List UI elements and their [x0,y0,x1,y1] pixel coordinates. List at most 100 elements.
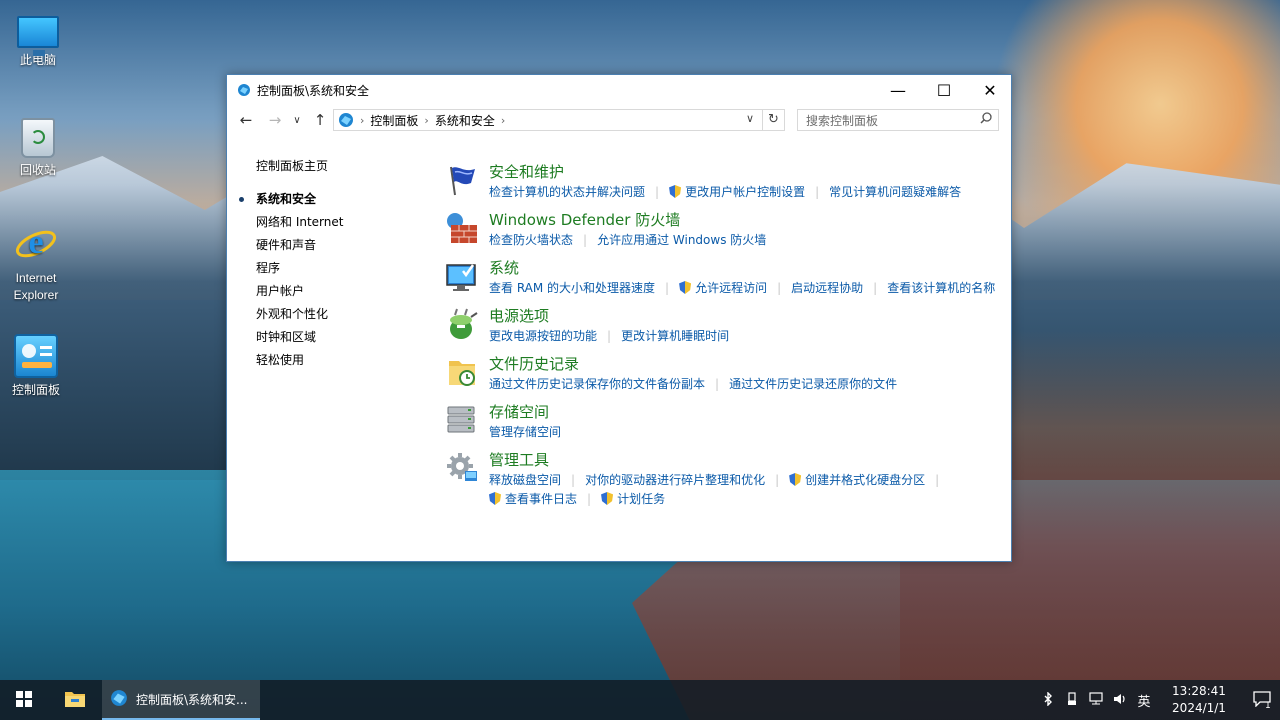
task-link[interactable]: 对你的驱动器进行碎片整理和优化 [585,471,765,488]
task-link[interactable]: 更改电源按钮的功能 [489,327,597,344]
taskbar-file-explorer[interactable] [52,680,98,720]
title-bar[interactable]: 控制面板\系统和安全 — ☐ ✕ [227,75,1011,105]
task-link[interactable]: 通过文件历史记录保存你的文件备份副本 [489,375,705,392]
navigation-row: ← → ∨ ↑ › 控制面板 › 系统和安全 › ∨ ↻ 搜索控制面板 [227,107,1013,135]
start-button[interactable] [0,680,48,720]
category-title-link[interactable]: 文件历史记录 [489,353,579,374]
volume-icon[interactable] [1108,692,1132,709]
input-method-indicator[interactable]: 英 [1132,691,1156,710]
category-title-link[interactable]: 安全和维护 [489,161,564,182]
clock-date: 2024/1/1 [1172,701,1226,715]
desktop-icon-this-pc[interactable]: 此电脑 [2,10,74,69]
task-link[interactable]: 查看该计算机的名称 [887,279,995,296]
category-links: 查看 RAM 的大小和处理器速度 | 允许远程访问 | 启动远程协助 | 查看该计算机的名称 [489,279,995,296]
uac-shield-icon [489,492,501,505]
search-box[interactable]: 搜索控制面板 [797,109,999,131]
category-title-link[interactable]: 管理工具 [489,449,549,470]
chevron-down-icon: ∨ [293,114,301,126]
category-title-link[interactable]: 电源选项 [489,305,549,326]
desktop-icon-control-panel[interactable]: 控制面板 [0,334,72,399]
breadcrumb-separator-icon: › [500,113,506,127]
search-input[interactable]: 搜索控制面板 [806,112,878,129]
task-link[interactable]: 计划任务 [617,490,665,507]
link-separator: | [777,280,782,295]
link-separator: | [655,184,660,199]
arrow-left-icon: ← [239,111,253,129]
control-panel-window[interactable]: 控制面板\系统和安全 — ☐ ✕ ← → ∨ ↑ › 控制面板 › 系统和安全 … [226,74,1012,562]
maximize-button[interactable]: ☐ [921,75,967,105]
bluetooth-icon[interactable] [1036,690,1060,709]
link-separator: | [665,280,670,295]
uac-shield-icon [679,281,691,294]
task-link[interactable]: 释放磁盘空间 [489,471,561,488]
task-link[interactable]: 允许应用通过 Windows 防火墙 [597,231,766,248]
desktop-icon-label: 控制面板 [11,383,60,397]
nav-item-programs[interactable]: 程序 [256,257,426,280]
link-separator: | [815,184,820,199]
address-bar[interactable]: › 控制面板 › 系统和安全 › ∨ ↻ [333,109,785,131]
breadcrumb-control-panel[interactable]: 控制面板 [370,112,418,129]
task-link[interactable]: 常见计算机问题疑难解答 [829,183,961,200]
recent-locations-button[interactable]: ∨ [289,109,305,131]
nav-item-appearance[interactable]: 外观和个性化 [256,303,426,326]
internet-explorer-icon: e [14,222,58,266]
nav-item-ease-of-access[interactable]: 轻松使用 [256,349,426,372]
refresh-button[interactable]: ↻ [762,110,784,130]
minimize-button[interactable]: — [875,75,921,105]
nav-item-label: 系统和安全 [256,192,317,206]
task-link[interactable]: 查看 RAM 的大小和处理器速度 [489,279,655,296]
task-link[interactable]: 允许远程访问 [695,279,767,296]
task-link[interactable]: 检查防火墙状态 [489,231,573,248]
category-title-link[interactable]: Windows Defender 防火墙 [489,209,680,230]
left-navigation: 控制面板主页 系统和安全 网络和 Internet 硬件和声音 程序 用户帐户 … [239,155,426,372]
system-icon [445,259,479,293]
task-link[interactable]: 创建并格式化硬盘分区 [805,471,925,488]
category-links: 释放磁盘空间 | 对你的驱动器进行碎片整理和优化 | 创建并格式化硬盘分区 | [489,471,949,488]
task-link[interactable]: 检查计算机的状态并解决问题 [489,183,645,200]
category-links: 检查防火墙状态 | 允许应用通过 Windows 防火墙 [489,231,766,248]
windows-logo-icon [16,690,32,710]
usb-device-icon[interactable] [1060,691,1084,709]
clock[interactable]: 13:28:41 2024/1/1 [1162,683,1236,717]
file-history-icon [445,355,479,389]
nav-item-hardware-sound[interactable]: 硬件和声音 [256,234,426,257]
current-item-bullet-icon [239,197,244,202]
nav-item-system-security[interactable]: 系统和安全 [239,188,426,211]
taskbar: 控制面板\系统和安... 英 13:28:41 2024/1/1 1 [0,680,1280,720]
task-link[interactable]: 更改计算机睡眠时间 [621,327,729,344]
admin-tools-icon [445,451,479,485]
flag-icon [445,163,479,197]
power-options-icon [445,307,479,341]
task-link[interactable]: 查看事件日志 [505,490,577,507]
network-icon[interactable] [1084,691,1108,709]
category-links: 更改电源按钮的功能 | 更改计算机睡眠时间 [489,327,729,344]
close-button[interactable]: ✕ [967,75,1013,105]
uac-shield-icon [601,492,613,505]
taskbar-control-panel[interactable]: 控制面板\系统和安... [102,680,260,720]
category-title-link[interactable]: 系统 [489,257,519,278]
task-link[interactable]: 更改用户帐户控制设置 [685,183,805,200]
control-panel-icon [14,334,58,378]
action-center-button[interactable]: 1 [1244,680,1280,720]
up-button[interactable]: ↑ [308,109,332,131]
forward-button[interactable]: → [263,109,287,131]
address-dropdown-button[interactable]: ∨ [746,112,754,125]
task-link[interactable]: 启动远程协助 [791,279,863,296]
breadcrumb-system-security[interactable]: 系统和安全 [435,112,495,129]
task-link[interactable]: 管理存储空间 [489,423,561,440]
computer-icon [17,16,59,56]
desktop-icon-internet-explorer[interactable]: e Internet Explorer [0,222,72,304]
task-link[interactable]: 通过文件历史记录还原你的文件 [729,375,897,392]
category-title-link[interactable]: 存储空间 [489,401,549,422]
back-button[interactable]: ← [234,109,258,131]
category-links: 管理存储空间 [489,423,561,440]
desktop-icon-recycle-bin[interactable]: 回收站 [2,118,74,179]
firewall-icon [445,211,479,245]
taskbar-window-title: 控制面板\系统和安... [136,692,248,707]
desktop-icon-label: 回收站 [19,163,56,177]
nav-item-user-accounts[interactable]: 用户帐户 [256,280,426,303]
nav-item-network-internet[interactable]: 网络和 Internet [256,211,426,234]
control-panel-home-link[interactable]: 控制面板主页 [256,155,426,178]
nav-item-clock-region[interactable]: 时钟和区域 [256,326,426,349]
desktop-icon-label: Internet Explorer [13,271,59,302]
